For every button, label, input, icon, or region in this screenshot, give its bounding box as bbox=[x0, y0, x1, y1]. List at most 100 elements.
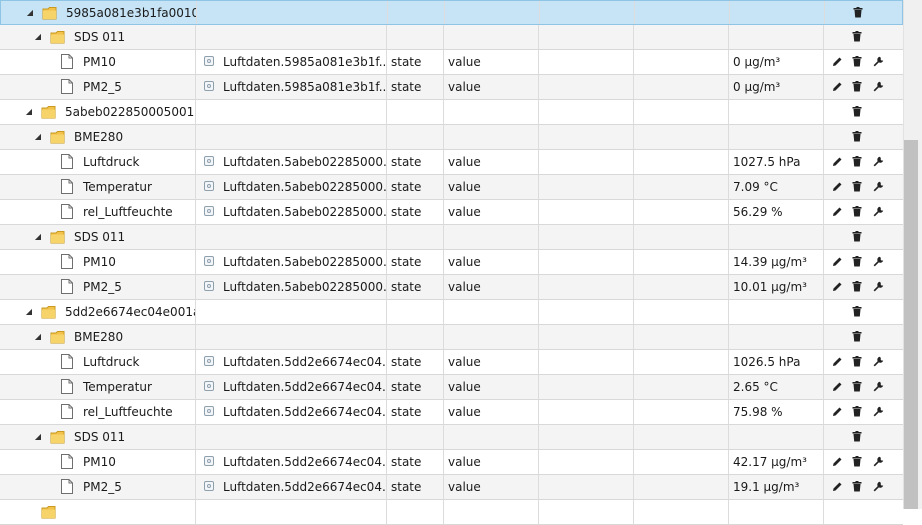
edit-button[interactable] bbox=[828, 378, 846, 396]
tree-row-state[interactable]: PM2_5 Luftdaten.5dd2e6674ec04... state valu… bbox=[0, 475, 903, 500]
delete-button[interactable] bbox=[849, 4, 867, 22]
column-divider bbox=[195, 25, 196, 49]
delete-button[interactable] bbox=[848, 253, 866, 271]
settings-button[interactable] bbox=[869, 203, 887, 221]
delete-button[interactable] bbox=[848, 453, 866, 471]
delete-button[interactable] bbox=[848, 203, 866, 221]
edit-button[interactable] bbox=[828, 78, 846, 96]
tree-row-device[interactable]: ◢ 5abeb022850005001b5 bbox=[0, 100, 903, 125]
tree-row-device[interactable]: ◢ 5985a081e3b1fa00107 bbox=[0, 0, 903, 25]
delete-button[interactable] bbox=[848, 403, 866, 421]
edit-button[interactable] bbox=[828, 178, 846, 196]
column-divider bbox=[823, 350, 824, 374]
column-divider bbox=[728, 300, 729, 324]
triangle-down-icon[interactable]: ◢ bbox=[33, 225, 43, 249]
column-divider bbox=[443, 25, 444, 49]
triangle-down-icon[interactable]: ◢ bbox=[25, 1, 35, 25]
tree-row-device[interactable]: ◢ 5dd2e6674ec04e001aa bbox=[0, 300, 903, 325]
tree-row-state[interactable]: PM2_5 Luftdaten.5985a081e3b1f... state valu… bbox=[0, 75, 903, 100]
delete-button[interactable] bbox=[848, 278, 866, 296]
tree-row-channel[interactable]: ◢ BME280 bbox=[0, 125, 903, 150]
state-name: PM2_5 bbox=[83, 280, 122, 294]
triangle-down-icon[interactable]: ◢ bbox=[24, 300, 34, 324]
column-divider bbox=[823, 175, 824, 199]
delete-button[interactable] bbox=[848, 53, 866, 71]
tree-row-state[interactable]: Temperatur Luftdaten.5abeb02285000... stat… bbox=[0, 175, 903, 200]
delete-button[interactable] bbox=[848, 228, 866, 246]
column-divider bbox=[443, 50, 444, 74]
delete-button[interactable] bbox=[848, 128, 866, 146]
delete-button[interactable] bbox=[848, 428, 866, 446]
state-type: value bbox=[448, 480, 481, 494]
settings-button[interactable] bbox=[869, 453, 887, 471]
triangle-down-icon[interactable]: ◢ bbox=[33, 125, 43, 149]
triangle-down-icon[interactable]: ◢ bbox=[33, 425, 43, 449]
state-role: state bbox=[391, 55, 422, 69]
edit-button[interactable] bbox=[828, 478, 846, 496]
column-divider bbox=[633, 50, 634, 74]
tree-row-channel[interactable]: ◢ SDS 011 bbox=[0, 225, 903, 250]
delete-button[interactable] bbox=[848, 303, 866, 321]
state-icon bbox=[204, 206, 214, 216]
settings-icon bbox=[869, 456, 887, 467]
tree-row-state[interactable]: PM10 Luftdaten.5985a081e3b1f... state value… bbox=[0, 50, 903, 75]
tree-row-state[interactable]: PM10 Luftdaten.5abeb02285000... state value… bbox=[0, 250, 903, 275]
file-icon bbox=[61, 254, 73, 269]
edit-button[interactable] bbox=[828, 153, 846, 171]
tree-row-channel[interactable]: ◢ SDS 011 bbox=[0, 25, 903, 50]
state-role: state bbox=[391, 355, 422, 369]
column-divider bbox=[728, 100, 729, 124]
delete-button[interactable] bbox=[848, 353, 866, 371]
column-divider bbox=[728, 175, 729, 199]
column-divider bbox=[538, 425, 539, 449]
column-divider bbox=[538, 125, 539, 149]
edit-button[interactable] bbox=[828, 53, 846, 71]
settings-button[interactable] bbox=[869, 403, 887, 421]
edit-button[interactable] bbox=[828, 403, 846, 421]
tree-row-state[interactable]: Luftdruck Luftdaten.5dd2e6674ec04... state… bbox=[0, 350, 903, 375]
settings-button[interactable] bbox=[869, 153, 887, 171]
column-divider bbox=[633, 500, 634, 524]
settings-button[interactable] bbox=[869, 53, 887, 71]
scrollbar-thumb[interactable] bbox=[904, 140, 918, 509]
delete-button[interactable] bbox=[848, 328, 866, 346]
tree-row-channel[interactable]: ◢ SDS 011 bbox=[0, 425, 903, 450]
delete-button[interactable] bbox=[848, 478, 866, 496]
triangle-down-icon[interactable]: ◢ bbox=[24, 100, 34, 124]
delete-button[interactable] bbox=[848, 178, 866, 196]
delete-button[interactable] bbox=[848, 378, 866, 396]
column-divider bbox=[443, 500, 444, 524]
tree-row-state[interactable]: Temperatur Luftdaten.5dd2e6674ec04... stat… bbox=[0, 375, 903, 400]
settings-button[interactable] bbox=[869, 378, 887, 396]
triangle-down-icon[interactable]: ◢ bbox=[33, 325, 43, 349]
delete-icon bbox=[848, 31, 866, 42]
tree-row-state[interactable]: Luftdruck Luftdaten.5abeb02285000... state… bbox=[0, 150, 903, 175]
delete-icon bbox=[848, 481, 866, 492]
edit-button[interactable] bbox=[828, 353, 846, 371]
settings-button[interactable] bbox=[869, 78, 887, 96]
edit-button[interactable] bbox=[828, 253, 846, 271]
settings-button[interactable] bbox=[869, 178, 887, 196]
delete-button[interactable] bbox=[848, 28, 866, 46]
delete-button[interactable] bbox=[848, 103, 866, 121]
edit-icon bbox=[828, 281, 846, 292]
delete-icon bbox=[848, 231, 866, 242]
settings-button[interactable] bbox=[869, 253, 887, 271]
column-divider bbox=[386, 25, 387, 49]
tree-row-device[interactable] bbox=[0, 500, 903, 525]
edit-button[interactable] bbox=[828, 278, 846, 296]
delete-button[interactable] bbox=[848, 78, 866, 96]
settings-button[interactable] bbox=[869, 353, 887, 371]
state-id: Luftdaten.5abeb02285000... bbox=[223, 180, 386, 194]
tree-row-state[interactable]: PM10 Luftdaten.5dd2e6674ec04... state value… bbox=[0, 450, 903, 475]
tree-row-channel[interactable]: ◢ BME280 bbox=[0, 325, 903, 350]
settings-button[interactable] bbox=[869, 478, 887, 496]
tree-row-state[interactable]: rel_Luftfeuchte Luftdaten.5abeb02285000..… bbox=[0, 200, 903, 225]
edit-button[interactable] bbox=[828, 453, 846, 471]
tree-row-state[interactable]: rel_Luftfeuchte Luftdaten.5dd2e6674ec04..… bbox=[0, 400, 903, 425]
settings-button[interactable] bbox=[869, 278, 887, 296]
triangle-down-icon[interactable]: ◢ bbox=[33, 25, 43, 49]
delete-button[interactable] bbox=[848, 153, 866, 171]
edit-button[interactable] bbox=[828, 203, 846, 221]
tree-row-state[interactable]: PM2_5 Luftdaten.5abeb02285000... state valu… bbox=[0, 275, 903, 300]
